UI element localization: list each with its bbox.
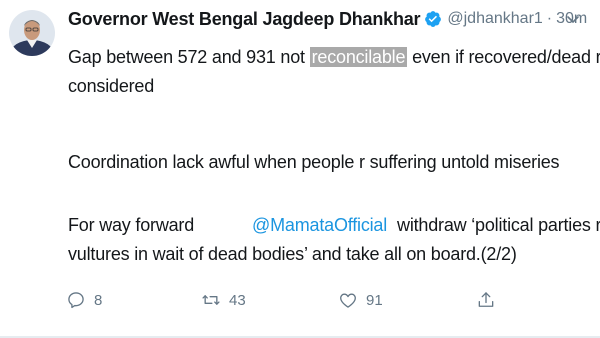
avatar-image [9,10,55,56]
header-separator: · [546,10,553,27]
tweet-text-segment: withdraw ‘political parties r [397,215,600,235]
like-button[interactable]: 91 [338,290,383,310]
like-count: 91 [366,291,383,309]
tweet-text-segment: Gap between 572 and 931 not [68,47,310,67]
like-icon [340,293,356,308]
tweet-text-line: vultures in wait of dead bodies’ and tak… [68,244,517,264]
tweet-header: Governor West Bengal Jagdeep Dhankhar @j… [68,6,587,32]
tweet-text-line: Coordination lack awful when people r su… [68,152,560,172]
retweet-count: 43 [229,291,246,309]
mention-link[interactable]: @MamataOfficial [252,215,387,235]
tweet-text-line: considered [68,76,155,96]
highlighted-text: reconcilable [309,47,408,67]
share-button[interactable] [476,290,504,310]
author-name[interactable]: Governor West Bengal Jagdeep Dhankhar [68,9,421,30]
avatar[interactable] [9,10,55,56]
author-handle[interactable]: @jdhankhar1 [447,10,542,28]
tweet-actions: 8 43 91 [0,290,600,320]
retweet-button[interactable]: 43 [201,290,246,310]
reply-button[interactable]: 8 [66,290,102,310]
reply-count: 8 [94,291,103,309]
tweet-card[interactable]: Governor West Bengal Jagdeep Dhankhar @j… [0,0,600,338]
reply-icon [68,292,84,309]
retweet-icon [202,295,220,305]
tweet-text-line: Gap between 572 and 931 not reconcilable… [68,45,600,70]
chevron-down-icon[interactable] [566,12,580,23]
tweet-text-segment: For way forward [68,215,195,235]
verified-badge-icon [424,10,442,28]
tweet-text-segment: even if recovered/dead r [407,47,600,67]
share-icon [478,292,494,307]
tweet-text-line: For way forward @MamataOfficial withdraw ‘… [68,213,600,238]
